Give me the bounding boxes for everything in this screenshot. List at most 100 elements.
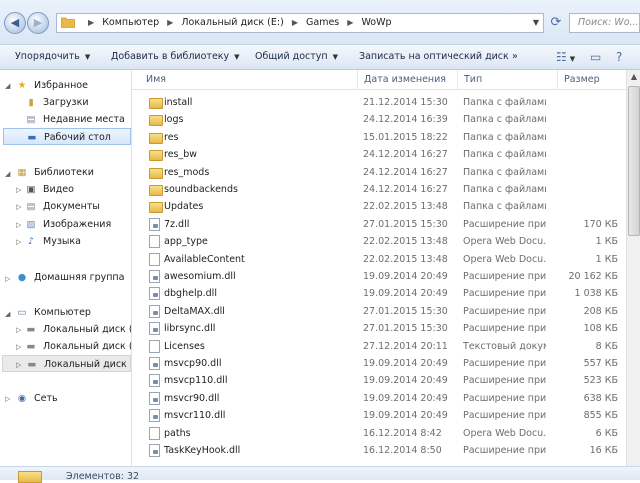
- share-label: Общий доступ: [255, 51, 328, 62]
- scroll-up-icon[interactable]: ▲: [627, 70, 640, 84]
- view-options-icon[interactable]: ☷ ▼: [556, 49, 575, 65]
- expand-arrow-icon[interactable]: ◢: [5, 82, 10, 90]
- sidebar-item-computer[interactable]: ▭ Компьютер: [15, 304, 91, 321]
- chevron-right-icon[interactable]: ▶: [167, 18, 173, 27]
- share-button[interactable]: Общий доступ ▼: [255, 45, 338, 69]
- file-list: Имя Дата изменения Тип Размер install 21.…: [132, 70, 626, 466]
- sidebar-item-favorites[interactable]: ★ Избранное: [15, 77, 88, 94]
- file-row[interactable]: msvcp90.dll 19.09.2014 20:49 Расширение пр…: [132, 355, 626, 372]
- file-row[interactable]: 7z.dll 27.01.2015 15:30 Расширение при... 1…: [132, 216, 626, 233]
- expand-arrow-icon[interactable]: ▷: [16, 343, 21, 351]
- refresh-icon[interactable]: ⟳: [547, 13, 565, 33]
- file-name: res_mods: [164, 166, 210, 178]
- file-date: 24.12.2014 16:27: [363, 149, 448, 161]
- vertical-scrollbar[interactable]: ▲: [626, 70, 640, 466]
- file-row[interactable]: res_mods 24.12.2014 16:27 Папка с файлами: [132, 164, 626, 181]
- file-row[interactable]: install 21.12.2014 15:30 Папка с файлами: [132, 94, 626, 111]
- column-header-size[interactable]: Размер: [557, 70, 626, 89]
- file-name: paths: [164, 427, 191, 439]
- file-row[interactable]: librsync.dll 27.01.2015 15:30 Расширение п…: [132, 320, 626, 337]
- chevron-right-icon[interactable]: ▶: [292, 18, 298, 27]
- file-row[interactable]: res_bw 24.12.2014 16:27 Папка с файлами: [132, 146, 626, 163]
- file-row[interactable]: Updates 22.02.2015 13:48 Папка с файлами: [132, 198, 626, 215]
- sidebar-item-network[interactable]: ◉ Сеть: [15, 390, 58, 407]
- file-date: 19.09.2014 20:49: [363, 271, 448, 282]
- preview-pane-icon[interactable]: ▭: [590, 49, 601, 65]
- file-date: 16.12.2014 8:42: [363, 427, 442, 439]
- burn-button[interactable]: Записать на оптический диск: [359, 45, 509, 69]
- sidebar-item-video[interactable]: ▣ Видео: [24, 181, 74, 198]
- add-to-library-label: Добавить в библиотеку: [111, 51, 230, 62]
- expand-arrow-icon[interactable]: ▷: [5, 395, 10, 403]
- dll-file-icon: [149, 217, 160, 231]
- search-input[interactable]: Поиск: Wo...: [569, 13, 640, 33]
- file-date: 15.01.2015 18:22: [363, 131, 448, 143]
- file-date: 19.09.2014 20:49: [363, 410, 448, 422]
- document-icon: [149, 235, 160, 249]
- expand-arrow-icon[interactable]: ▷: [16, 361, 21, 369]
- column-header-date[interactable]: Дата изменения: [357, 70, 457, 89]
- sidebar-item-desktop[interactable]: ▬ Рабочий стол: [3, 128, 131, 145]
- expand-arrow-icon[interactable]: ◢: [5, 310, 10, 318]
- sidebar-item-music[interactable]: ♪ Музыка: [24, 233, 81, 250]
- desktop-icon: ▬: [27, 132, 37, 143]
- file-row[interactable]: msvcr110.dll 19.09.2014 20:49 Расширение п…: [132, 407, 626, 424]
- sidebar-item-disk-c[interactable]: ▬ Локальный диск (C:): [24, 321, 132, 338]
- expand-arrow-icon[interactable]: ▷: [16, 238, 21, 246]
- add-to-library-button[interactable]: Добавить в библиотеку ▼: [111, 45, 240, 69]
- sidebar-item-downloads[interactable]: ▮ Загрузки: [24, 94, 88, 111]
- column-header-name[interactable]: Имя: [140, 70, 357, 89]
- file-type: Opera Web Docu...: [463, 253, 546, 265]
- sidebar-item-images[interactable]: ▧ Изображения: [24, 216, 112, 233]
- file-row[interactable]: awesomium.dll 19.09.2014 20:49 Расширение …: [132, 268, 626, 285]
- file-row[interactable]: app_type 22.02.2015 13:48 Opera Web Docu..…: [132, 233, 626, 250]
- file-row[interactable]: paths 16.12.2014 8:42 Opera Web Docu... 6 К…: [132, 425, 626, 442]
- file-row[interactable]: TaskKeyHook.dll 16.12.2014 8:50 Расширение…: [132, 442, 626, 459]
- sidebar-item-recent[interactable]: ▤ Недавние места: [24, 111, 125, 128]
- expand-arrow-icon[interactable]: ▷: [16, 203, 21, 211]
- file-row[interactable]: Licenses 27.12.2014 20:11 Текстовый докум.…: [132, 338, 626, 355]
- expand-arrow-icon[interactable]: ▷: [5, 275, 10, 283]
- file-row[interactable]: DeltaMAX.dll 27.01.2015 15:30 Расширение п…: [132, 303, 626, 320]
- file-row[interactable]: soundbackends 24.12.2014 16:27 Папка с фай…: [132, 181, 626, 198]
- breadcrumb-disk-e[interactable]: Локальный диск (E:): [181, 17, 283, 28]
- breadcrumb-games[interactable]: Games: [306, 17, 339, 28]
- sidebar-item-homegroup[interactable]: ● Домашняя группа: [15, 269, 125, 286]
- file-date: 24.12.2014 16:27: [363, 166, 448, 178]
- sidebar-item-disk-d[interactable]: ▬ Локальный диск (D:): [24, 338, 132, 355]
- organize-button[interactable]: Упорядочить ▼: [15, 45, 90, 69]
- network-icon: ◉: [17, 393, 27, 404]
- file-row[interactable]: msvcp110.dll 19.09.2014 20:49 Расширение п…: [132, 372, 626, 389]
- expand-arrow-icon[interactable]: ▷: [16, 186, 21, 194]
- file-row[interactable]: res 15.01.2015 18:22 Папка с файлами: [132, 129, 626, 146]
- back-button[interactable]: ◀: [4, 12, 26, 34]
- file-name: awesomium.dll: [164, 271, 236, 282]
- file-date: 16.12.2014 8:50: [363, 445, 442, 456]
- file-row[interactable]: logs 24.12.2014 16:39 Папка с файлами: [132, 111, 626, 128]
- expand-arrow-icon[interactable]: ▷: [16, 221, 21, 229]
- column-header-type[interactable]: Тип: [457, 70, 557, 89]
- expand-arrow-icon[interactable]: ▷: [16, 326, 21, 334]
- file-type: Расширение при...: [463, 218, 546, 230]
- sidebar-item-documents[interactable]: ▤ Документы: [24, 198, 100, 215]
- file-size: 638 КБ: [583, 392, 618, 404]
- expand-arrow-icon[interactable]: ◢: [5, 170, 10, 178]
- forward-button[interactable]: ▶: [27, 12, 49, 34]
- computer-icon: ▭: [17, 307, 27, 318]
- scrollbar-thumb[interactable]: [628, 86, 640, 236]
- dll-file-icon: [149, 444, 160, 457]
- help-icon[interactable]: ?: [616, 49, 622, 65]
- file-row[interactable]: dbghelp.dll 19.09.2014 20:49 Расширение пр…: [132, 285, 626, 302]
- file-row[interactable]: AvailableContent 22.02.2015 13:48 Opera We…: [132, 251, 626, 268]
- file-row[interactable]: msvcr90.dll 19.09.2014 20:49 Расширение пр…: [132, 390, 626, 407]
- homegroup-icon: ●: [17, 272, 27, 283]
- more-commands-button[interactable]: »: [512, 45, 518, 69]
- address-field[interactable]: ▶ Компьютер ▶ Локальный диск (E:) ▶ Game…: [56, 13, 544, 33]
- chevron-right-icon[interactable]: ▶: [347, 18, 353, 27]
- file-date: 24.12.2014 16:39: [363, 114, 448, 126]
- chevron-down-icon[interactable]: ▼: [533, 18, 539, 27]
- sidebar-item-libraries[interactable]: ▦ Библиотеки: [15, 164, 94, 181]
- breadcrumb-wowp[interactable]: WoWp: [361, 17, 391, 28]
- file-type: Расширение при...: [463, 288, 546, 300]
- breadcrumb-computer[interactable]: Компьютер: [102, 17, 159, 28]
